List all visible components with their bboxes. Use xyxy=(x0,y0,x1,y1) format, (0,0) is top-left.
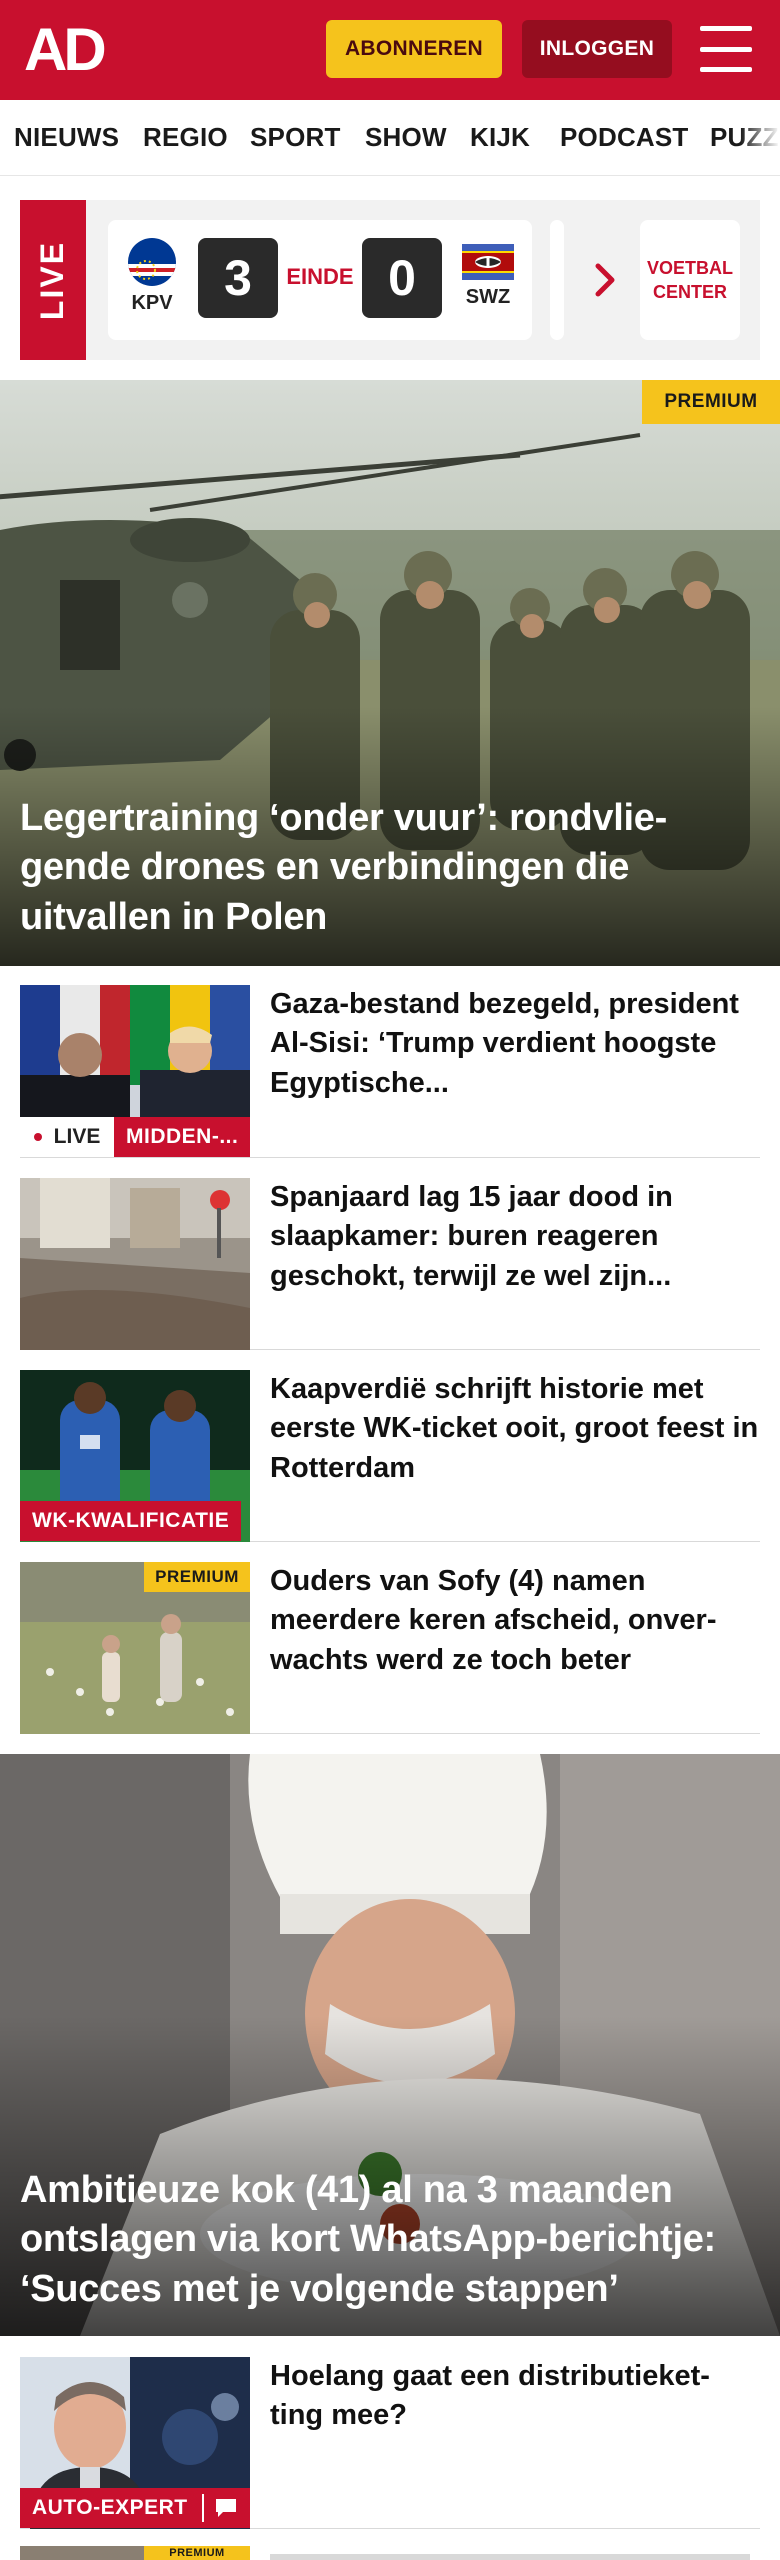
eswatini-flag-icon xyxy=(462,244,514,280)
section-nav: NIEUWS REGIO SPORT SHOW KIJK PODCAST PUZ… xyxy=(0,100,780,176)
voetbal-center-link[interactable]: VOETBAL CENTER xyxy=(640,220,740,340)
hamburger-menu-icon[interactable] xyxy=(700,26,752,72)
live-label: LIVE xyxy=(20,1117,114,1157)
cape-verde-flag-icon xyxy=(128,238,176,286)
hero-headline[interactable]: Ambitieuze kok (41) al na 3 maanden onts… xyxy=(20,2166,750,2314)
category-label: WK-KWALIFICATIE xyxy=(20,1501,242,1541)
label-divider xyxy=(201,2494,204,2522)
live-tag: LIVE xyxy=(20,200,86,360)
comment-icon[interactable] xyxy=(214,2497,238,2519)
match-card[interactable]: KPV 3 EINDE 0 SWZ xyxy=(108,220,532,340)
article-headline[interactable]: Spanjaard lag 15 jaar dood in slaapkamer… xyxy=(270,1178,760,1296)
article-thumbnail xyxy=(20,1178,250,1350)
article-headline[interactable]: Kaapverdië schrijft historie met eerste … xyxy=(270,1370,760,1488)
category-label: MIDDEN-... xyxy=(114,1117,251,1157)
article-headline[interactable]: Gaza-bestand bezegeld, president Al-Sisi… xyxy=(270,985,760,1103)
category-label: AUTO-EXPERT xyxy=(20,2488,250,2528)
live-scores-bar: LIVE KPV 3 EINDE 0 SWZ VOETBAL CENTER xyxy=(20,200,760,360)
away-score: 0 xyxy=(362,238,442,318)
hero-headline[interactable]: Legertraining ‘onder vuur’: rondvlie-gen… xyxy=(20,794,750,942)
article-thumbnail-peek[interactable]: PREMIUM xyxy=(20,2546,250,2560)
nav-item-nieuws[interactable]: NIEUWS xyxy=(14,122,119,153)
premium-badge: PREMIUM xyxy=(144,1562,250,1592)
article-headline[interactable]: Ouders van Sofy (4) namen meerdere keren… xyxy=(270,1562,760,1680)
premium-badge: PREMIUM xyxy=(144,2546,250,2560)
login-button[interactable]: INLOGGEN xyxy=(522,20,672,78)
article-headline-peek[interactable] xyxy=(270,2548,760,2560)
hero-article-chef[interactable]: Ambitieuze kok (41) al na 3 maanden onts… xyxy=(0,1754,780,2336)
hero-article-military[interactable]: PREMIUM Legertraining ‘onder vuur’: rond… xyxy=(0,380,780,966)
home-team: KPV xyxy=(122,238,182,315)
list-item[interactable]: AUTO-EXPERT Hoelang gaat een distributie… xyxy=(20,2357,760,2529)
svg-text:AD: AD xyxy=(24,18,104,80)
site-header: AD ABONNEREN INLOGGEN xyxy=(0,0,780,100)
next-match-card-edge[interactable] xyxy=(550,220,564,340)
chevron-right-icon[interactable] xyxy=(594,260,618,300)
away-team: SWZ xyxy=(458,238,518,309)
premium-badge: PREMIUM xyxy=(642,380,780,424)
ad-logo[interactable]: AD xyxy=(24,18,120,80)
list-item[interactable]: Spanjaard lag 15 jaar dood in slaapkamer… xyxy=(20,1178,760,1350)
home-team-code: KPV xyxy=(131,292,173,314)
nav-item-kijk[interactable]: KIJK xyxy=(470,122,530,153)
list-item[interactable]: LIVE MIDDEN-... Gaza-bestand bezegeld, p… xyxy=(20,985,760,1158)
subscribe-button[interactable]: ABONNEREN xyxy=(326,20,502,78)
live-dot-icon xyxy=(33,1133,42,1141)
nav-item-regio[interactable]: REGIO xyxy=(143,122,228,153)
match-status: EINDE xyxy=(286,264,354,289)
nav-item-podcast[interactable]: PODCAST xyxy=(560,122,689,153)
nav-item-show[interactable]: SHOW xyxy=(365,122,447,153)
home-score: 3 xyxy=(198,238,278,318)
nav-fade xyxy=(740,100,780,175)
list-item[interactable]: WK-KWALIFICATIE Kaapverdië schrijft hist… xyxy=(20,1370,760,1542)
list-item[interactable]: PREMIUM Ouders van Sofy (4) namen meerde… xyxy=(20,1562,760,1734)
nav-item-sport[interactable]: SPORT xyxy=(250,122,341,153)
away-team-code: SWZ xyxy=(465,286,511,308)
article-headline[interactable]: Hoelang gaat een distributieket-ting mee… xyxy=(270,2357,760,2436)
